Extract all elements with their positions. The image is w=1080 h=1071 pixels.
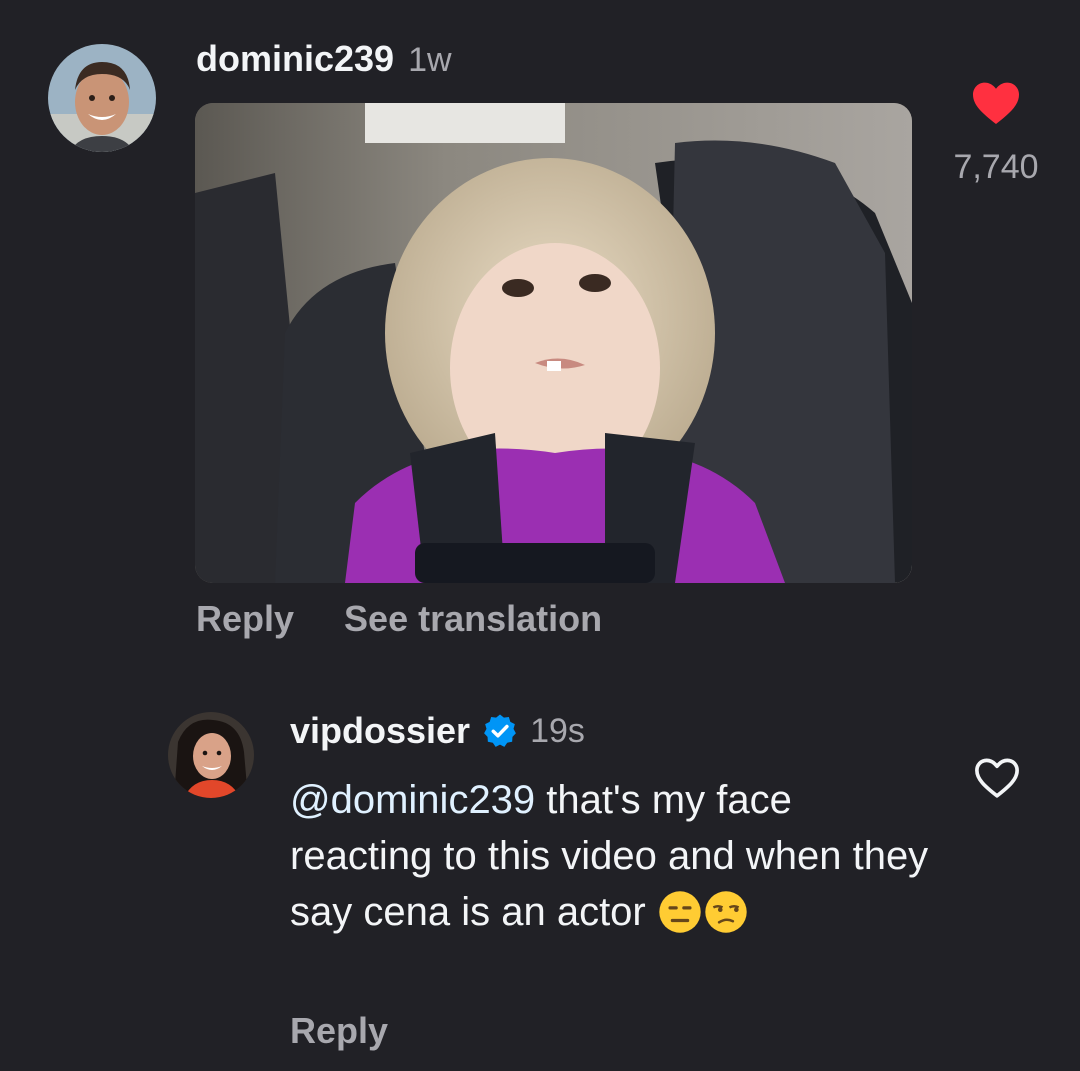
username[interactable]: vipdossier [290,710,470,752]
heart-filled-icon[interactable] [972,80,1020,126]
comment-header: vipdossier 19s [290,710,585,752]
see-translation-button[interactable]: See translation [344,598,602,640]
reply-button[interactable]: Reply [290,1010,388,1052]
like-column: 7,740 [940,80,1052,187]
comment-header: dominic239 1w [196,38,452,86]
reply-button[interactable]: Reply [196,598,294,640]
user-avatar-image [168,712,254,798]
avatar[interactable] [48,44,156,152]
timestamp: 19s [530,711,585,750]
like-count: 7,740 [953,148,1039,186]
user-avatar-image [48,44,156,152]
mention-link[interactable]: @dominic239 [290,778,535,822]
username[interactable]: dominic239 [196,38,394,80]
expressionless-face-icon [659,891,701,933]
unamused-face-icon [705,891,747,933]
gif-image [195,103,912,583]
comment-gif[interactable] [195,103,912,583]
comment-actions: Reply See translation [196,598,602,640]
heart-outline-icon[interactable] [974,756,1020,800]
timestamp: 1w [408,41,452,79]
avatar[interactable] [168,712,254,798]
comment-text: @dominic239 that's my face reacting to t… [290,772,930,940]
verified-badge-icon [484,714,516,747]
